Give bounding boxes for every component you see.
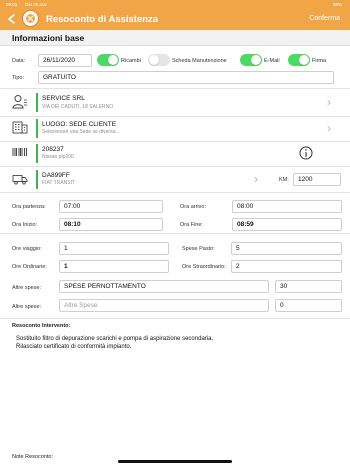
ora-arrivo-label: Ora arrivo: [180,204,206,210]
ora-fine-field[interactable]: 08:59 [232,218,342,231]
ore-straordinario-field[interactable]: 2 [231,260,342,273]
altre-spese-description-field[interactable]: SPESE PERNOTTAMENTO [59,280,269,293]
status-bar-indicator [36,170,38,189]
note-resoconto-title: Note Resoconto: [12,454,53,460]
ora-inizio-label: Ora Inizio: [12,222,38,228]
toggle-email-label: E-Mail [264,58,280,64]
toggle-scheda-manutenzione[interactable] [148,54,170,66]
barcode-icon [12,148,27,156]
divider [0,141,350,142]
toggle-firma[interactable] [288,54,310,66]
ore-viaggio-field[interactable]: 1 [59,242,169,255]
product-model: Nissan plp200 [42,154,74,160]
ore-straordinario-label: Ore Straordinario: [182,264,226,270]
altre-spese-amount-field[interactable]: 0 [275,299,342,312]
ore-ordinarie-label: Ore Ordinarie: [12,264,47,270]
building-icon [12,121,28,134]
resoconto-line: Rilasciato certificato di conformità imp… [16,344,132,350]
toggle-email[interactable] [240,54,262,66]
divider [0,233,350,234]
vehicle-plate: DA899FF [42,172,70,179]
home-indicator [118,460,232,463]
status-bar-indicator [36,119,38,138]
tipo-label: Tipo: [12,75,25,81]
toggle-scheda-label: Scheda Manutenzione [172,58,227,64]
spese-pasto-field[interactable]: 5 [231,242,342,255]
km-label: KM: [279,177,289,183]
status-bar-indicator [36,144,38,163]
toggle-ricambi[interactable] [97,54,119,66]
status-time: 09:01 [6,2,18,7]
customer-name: SERVICE SRL [42,95,85,102]
page-title: Resoconto di Assistenza [46,14,159,25]
chevron-right-icon: › [327,121,331,135]
divider [0,166,350,167]
tipo-field[interactable]: GRATUITO [38,71,334,84]
confirm-button[interactable]: Conferma [309,15,340,22]
km-field[interactable]: 1200 [293,173,341,186]
ore-viaggio-label: Ore viaggio: [12,246,42,252]
ora-arrivo-field[interactable]: 08:00 [232,200,342,213]
ora-fine-label: Ora Fine: [180,222,203,228]
vehicle-model: FIAT TRANSIT [42,180,76,186]
status-bar-indicator [36,93,38,112]
resoconto-title: Resoconto Intervento: [12,323,71,329]
chevron-right-icon: › [254,172,258,186]
location-title: LUOGO: SEDE CLIENTE [42,121,117,128]
chevron-right-icon: › [327,95,331,109]
ore-ordinarie-field[interactable]: 1 [59,260,169,273]
location-subtitle: Selezionare una Sede se diversa... [42,129,120,135]
toggle-firma-label: Firma [312,58,327,64]
back-arrow-icon[interactable] [6,13,18,25]
ora-inizio-field[interactable]: 08:10 [59,218,163,231]
info-icon[interactable] [299,146,313,160]
divider [0,88,350,89]
status-date: Gio 26 nov [25,2,47,7]
person-icon [12,95,27,109]
divider [0,192,350,193]
resoconto-line: Sostituito filtro di depurazione scarich… [16,336,214,342]
product-code: 208237 [42,146,64,153]
app-logo-icon [22,10,39,27]
altre-spese-label: Altre spese: [12,285,42,291]
ora-partenza-field[interactable]: 07:00 [59,200,163,213]
divider [0,116,350,117]
date-field[interactable]: 26/11/2020 [38,54,92,67]
altre-spese-description-field[interactable]: Altre Spese [59,299,269,312]
ora-partenza-label: Ora partenza: [12,204,46,210]
toggle-ricambi-label: Ricambi [121,58,141,64]
status-battery: 88% [332,2,342,7]
section-title: Informazioni base [12,33,85,43]
spese-pasto-label: Spese Pasto: [182,246,215,252]
date-label: Data: [12,58,26,64]
altre-spese-label: Altre spese: [12,304,42,310]
altre-spese-amount-field[interactable]: 30 [275,280,342,293]
customer-address: VIA DEI CADUTI, 18 SALERNO [42,104,114,110]
truck-icon [12,175,28,185]
divider [0,318,350,319]
